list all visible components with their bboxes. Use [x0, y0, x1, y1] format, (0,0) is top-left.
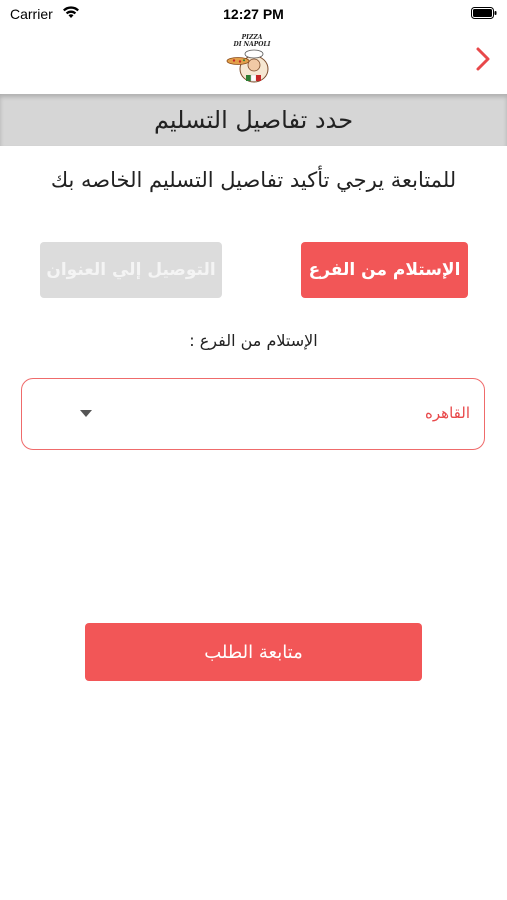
pizza-di-napoli-logo: PIZZA DI NAPOLI: [226, 34, 271, 83]
logo-text-line1: PIZZA: [241, 34, 263, 41]
branch-selected-value: القاهره: [425, 404, 470, 422]
battery-icon: [471, 7, 497, 19]
caret-down-icon: [80, 410, 92, 417]
chevron-right-icon[interactable]: [475, 46, 491, 72]
page-title: حدد تفاصيل التسليم: [153, 106, 354, 134]
continue-order-button[interactable]: متابعة الطلب: [85, 623, 422, 681]
nav-bar: PIZZA DI NAPOLI: [0, 28, 507, 92]
status-bar: Carrier 12:27 PM: [0, 0, 507, 28]
delivery-to-address-button[interactable]: التوصيل إلي العنوان: [40, 242, 222, 298]
branch-select[interactable]: القاهره: [21, 378, 485, 450]
page-title-bar: حدد تفاصيل التسليم: [0, 94, 507, 146]
status-time: 12:27 PM: [223, 6, 284, 22]
logo-text-line2: DI NAPOLI: [232, 41, 270, 48]
pickup-from-branch-button[interactable]: الإستلام من الفرع: [301, 242, 468, 298]
instruction-text: للمتابعة يرجي تأكيد تفاصيل التسليم الخاص…: [50, 168, 457, 192]
branch-label: الإستلام من الفرع :: [189, 331, 318, 350]
